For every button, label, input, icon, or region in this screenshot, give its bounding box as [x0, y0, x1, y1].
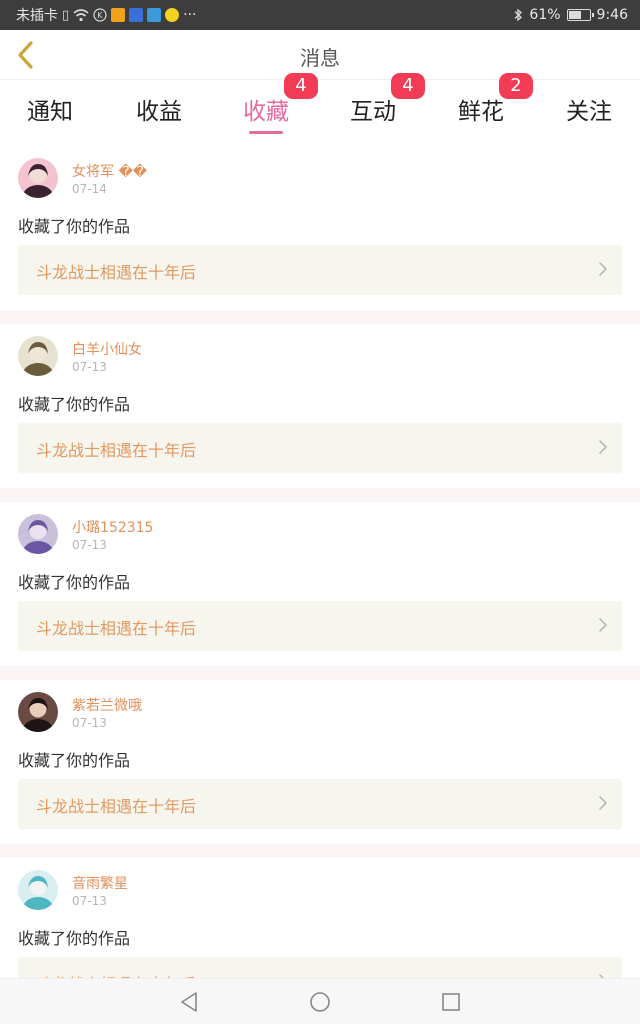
status-bar: 未插卡 ▯ K ··· 61% 9:46: [0, 0, 640, 30]
work-title: 斗龙战士相遇在十年后: [36, 797, 197, 816]
favorite-notification-item: 白羊小仙女 07-13 收藏了你的作品斗龙战士相遇在十年后: [0, 324, 640, 488]
work-title: 斗龙战士相遇在十年后: [36, 971, 196, 978]
favorite-notification-item: 小璐152315 07-13 收藏了你的作品斗龙战士相遇在十年后: [0, 502, 640, 666]
avatar[interactable]: [18, 158, 58, 198]
item-separator: [0, 310, 640, 324]
favorite-notification-item: 紫若兰微哦 07-13 收藏了你的作品斗龙战士相遇在十年后: [0, 680, 640, 844]
tab-label: 鲜花: [458, 99, 504, 125]
app-ie-icon: [147, 8, 162, 22]
work-link[interactable]: 斗龙战士相遇在十年后: [18, 779, 622, 829]
tab-label: 互动: [350, 99, 396, 125]
username[interactable]: 音雨繁星: [72, 873, 128, 893]
status-left: 未插卡 ▯ K ···: [16, 5, 197, 25]
square-recent-icon[interactable]: [439, 990, 463, 1014]
tab-badge: 2: [499, 73, 533, 99]
carrier-text: 未插卡: [16, 8, 58, 24]
action-text: 收藏了你的作品: [18, 929, 131, 948]
tab-badge: 4: [284, 73, 318, 99]
work-link[interactable]: 斗龙战士相遇在十年后: [18, 601, 622, 651]
avatar[interactable]: [18, 336, 58, 376]
action-text: 收藏了你的作品: [18, 573, 131, 592]
tab-label: 收益: [136, 99, 182, 125]
action-text: 收藏了你的作品: [18, 217, 131, 236]
message-list: 女将军 �� 07-14 收藏了你的作品 斗龙战士相遇在十年后 白羊小仙女 07-13 收藏…: [0, 146, 640, 978]
page-title: 消息: [300, 46, 340, 70]
header: 消息: [0, 30, 640, 80]
tab-badge: 4: [391, 73, 425, 99]
timestamp: 07-13: [72, 894, 107, 908]
status-right: 61% 9:46: [513, 7, 628, 23]
favorite-notification-item: 音雨繁星07-13 收藏了你的作品斗龙战士相遇在十年后: [0, 858, 640, 978]
chevron-right-icon: [599, 796, 607, 810]
tab-flowers[interactable]: 鲜花 2: [431, 73, 533, 146]
tab-label: 关注: [566, 99, 612, 125]
tab-follow[interactable]: 关注: [539, 80, 639, 146]
battery-icon: [566, 9, 594, 21]
k-circle-icon: K: [93, 8, 107, 22]
item-separator: [0, 666, 640, 680]
chevron-right-icon: [599, 440, 607, 454]
sim-icon: ▯: [62, 7, 70, 23]
item-separator: [0, 488, 640, 502]
tab-earnings[interactable]: 收益: [109, 80, 209, 146]
system-nav-bar: [0, 978, 640, 1024]
app-blue-icon: [129, 8, 144, 22]
action-text: 收藏了你的作品: [18, 395, 131, 414]
work-title: 斗龙战士相遇在十年后: [36, 263, 197, 282]
more-notifications: ···: [183, 7, 197, 23]
timestamp: 07-14: [72, 182, 107, 196]
timestamp: 07-13: [72, 716, 107, 730]
username[interactable]: 小璐152315: [72, 517, 153, 537]
avatar[interactable]: [18, 514, 58, 554]
tab-label: 通知: [27, 99, 73, 125]
username[interactable]: 女将军 ��: [72, 161, 147, 181]
chevron-right-icon: [599, 262, 607, 276]
wifi-icon: [73, 9, 89, 22]
work-title: 斗龙战士相遇在十年后: [36, 441, 197, 460]
svg-text:K: K: [97, 11, 103, 20]
chevron-right-icon: [599, 618, 607, 632]
tab-favorites[interactable]: 收藏 4: [216, 73, 318, 146]
action-text: 收藏了你的作品: [18, 751, 131, 770]
triangle-back-icon[interactable]: [177, 990, 201, 1014]
app-yellow-icon: [165, 8, 180, 22]
battery-level: [568, 11, 581, 19]
tab-label: 收藏: [243, 99, 289, 125]
tab-notify[interactable]: 通知: [0, 80, 100, 146]
work-link[interactable]: 斗龙战士相遇在十年后: [18, 245, 622, 295]
active-tab-indicator: [249, 131, 283, 134]
app-orange-icon: [111, 8, 126, 22]
work-link[interactable]: 斗龙战士相遇在十年后: [18, 423, 622, 473]
work-link[interactable]: 斗龙战士相遇在十年后: [18, 957, 622, 978]
timestamp: 07-13: [72, 360, 107, 374]
tab-bar: 通知 收益 收藏 4 互动 4 鲜花 2 关注: [0, 73, 640, 146]
battery-percent: 61%: [529, 7, 561, 23]
bluetooth-icon: [514, 8, 523, 22]
item-separator: [0, 844, 640, 858]
tab-interact[interactable]: 互动 4: [323, 73, 425, 146]
clock: 9:46: [596, 7, 628, 23]
favorite-notification-item: 女将军 �� 07-14 收藏了你的作品斗龙战士相遇在十年后: [0, 146, 640, 310]
app-root: 未插卡 ▯ K ··· 61% 9:46 消息 通知 收益 收藏 4 互动 4 鲜花 2 关注 …: [0, 0, 640, 1024]
timestamp: 07-13: [72, 538, 107, 552]
avatar[interactable]: [18, 692, 58, 732]
username[interactable]: 白羊小仙女: [72, 339, 142, 359]
circle-home-icon[interactable]: [308, 990, 332, 1014]
username[interactable]: 紫若兰微哦: [72, 695, 142, 715]
avatar[interactable]: [18, 870, 58, 910]
work-title: 斗龙战士相遇在十年后: [36, 619, 197, 638]
